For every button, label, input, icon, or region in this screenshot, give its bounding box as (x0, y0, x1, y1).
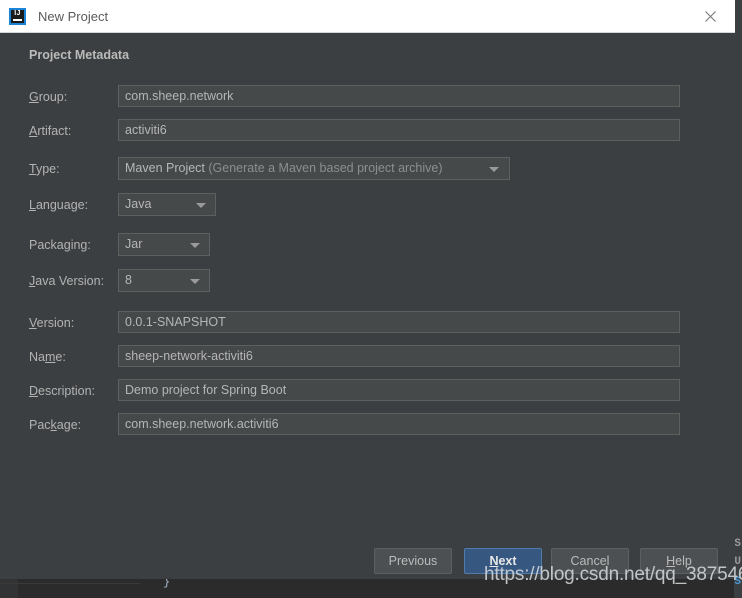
chevron-down-icon (190, 278, 200, 284)
intellij-idea-icon: IJ (9, 7, 26, 25)
label-name: Name: (29, 350, 66, 364)
intellij-idea-icon-text: IJ (14, 9, 21, 17)
version-input[interactable]: 0.0.1-SNAPSHOT (118, 311, 680, 333)
intellij-idea-icon-bar (13, 18, 22, 21)
packaging-dropdown[interactable]: Jar (118, 233, 210, 256)
label-description: Description: (29, 384, 96, 398)
type-dropdown-value: Maven Project (125, 161, 205, 175)
label-version: Version: (29, 316, 75, 330)
type-dropdown-value-detail: (Generate a Maven based project archive) (204, 161, 443, 175)
language-dropdown-value: Java (125, 197, 152, 211)
previous-button-label: Previous (388, 554, 438, 568)
artifact-input[interactable]: activiti6 (118, 119, 680, 141)
java-version-dropdown-value: 8 (125, 273, 132, 287)
name-input[interactable]: sheep-network-activiti6 (118, 345, 680, 367)
ide-right-char-1: S (734, 538, 741, 550)
new-project-dialog: IJ New Project Project Metadata Group: c… (0, 0, 735, 579)
previous-button[interactable]: Previous (374, 548, 452, 574)
dialog-title: New Project (38, 8, 109, 24)
package-input[interactable]: com.sheep.network.activiti6 (118, 413, 680, 435)
label-java-version: Java Version: (29, 274, 105, 288)
label-package: Package: (29, 418, 82, 432)
ide-right-char-2: U (734, 556, 741, 568)
language-dropdown[interactable]: Java (118, 193, 216, 216)
dialog-titlebar: IJ New Project (0, 0, 735, 33)
label-group: Group: (29, 90, 68, 104)
group-input[interactable]: com.sheep.network (118, 85, 680, 107)
chevron-down-icon (196, 202, 206, 208)
ide-gutter-divider (0, 583, 140, 584)
help-button-label: Help (666, 554, 692, 568)
chevron-down-icon (190, 242, 200, 248)
cancel-button[interactable]: Cancel (551, 548, 629, 574)
cancel-button-label: Cancel (570, 554, 610, 568)
chevron-down-icon (489, 166, 499, 172)
description-input[interactable]: Demo project for Spring Boot (118, 379, 680, 401)
label-type: Type: (29, 162, 60, 176)
help-button[interactable]: Help (640, 548, 718, 574)
close-icon[interactable] (693, 0, 727, 32)
next-button-label: Next (489, 554, 517, 568)
page-title: Project Metadata (29, 48, 130, 62)
next-button[interactable]: Next (464, 548, 542, 574)
type-dropdown[interactable]: Maven Project (Generate a Maven based pr… (118, 157, 510, 180)
java-version-dropdown[interactable]: 8 (118, 269, 210, 292)
packaging-dropdown-value: Jar (125, 237, 143, 251)
label-packaging: Packaging: (29, 238, 91, 252)
dialog-body: Project Metadata Group: com.sheep.networ… (0, 33, 735, 579)
label-artifact: Artifact: (29, 124, 72, 138)
ide-right-char-3: S (734, 576, 741, 588)
label-language: Language: (29, 198, 89, 212)
ide-right-column (734, 0, 742, 598)
